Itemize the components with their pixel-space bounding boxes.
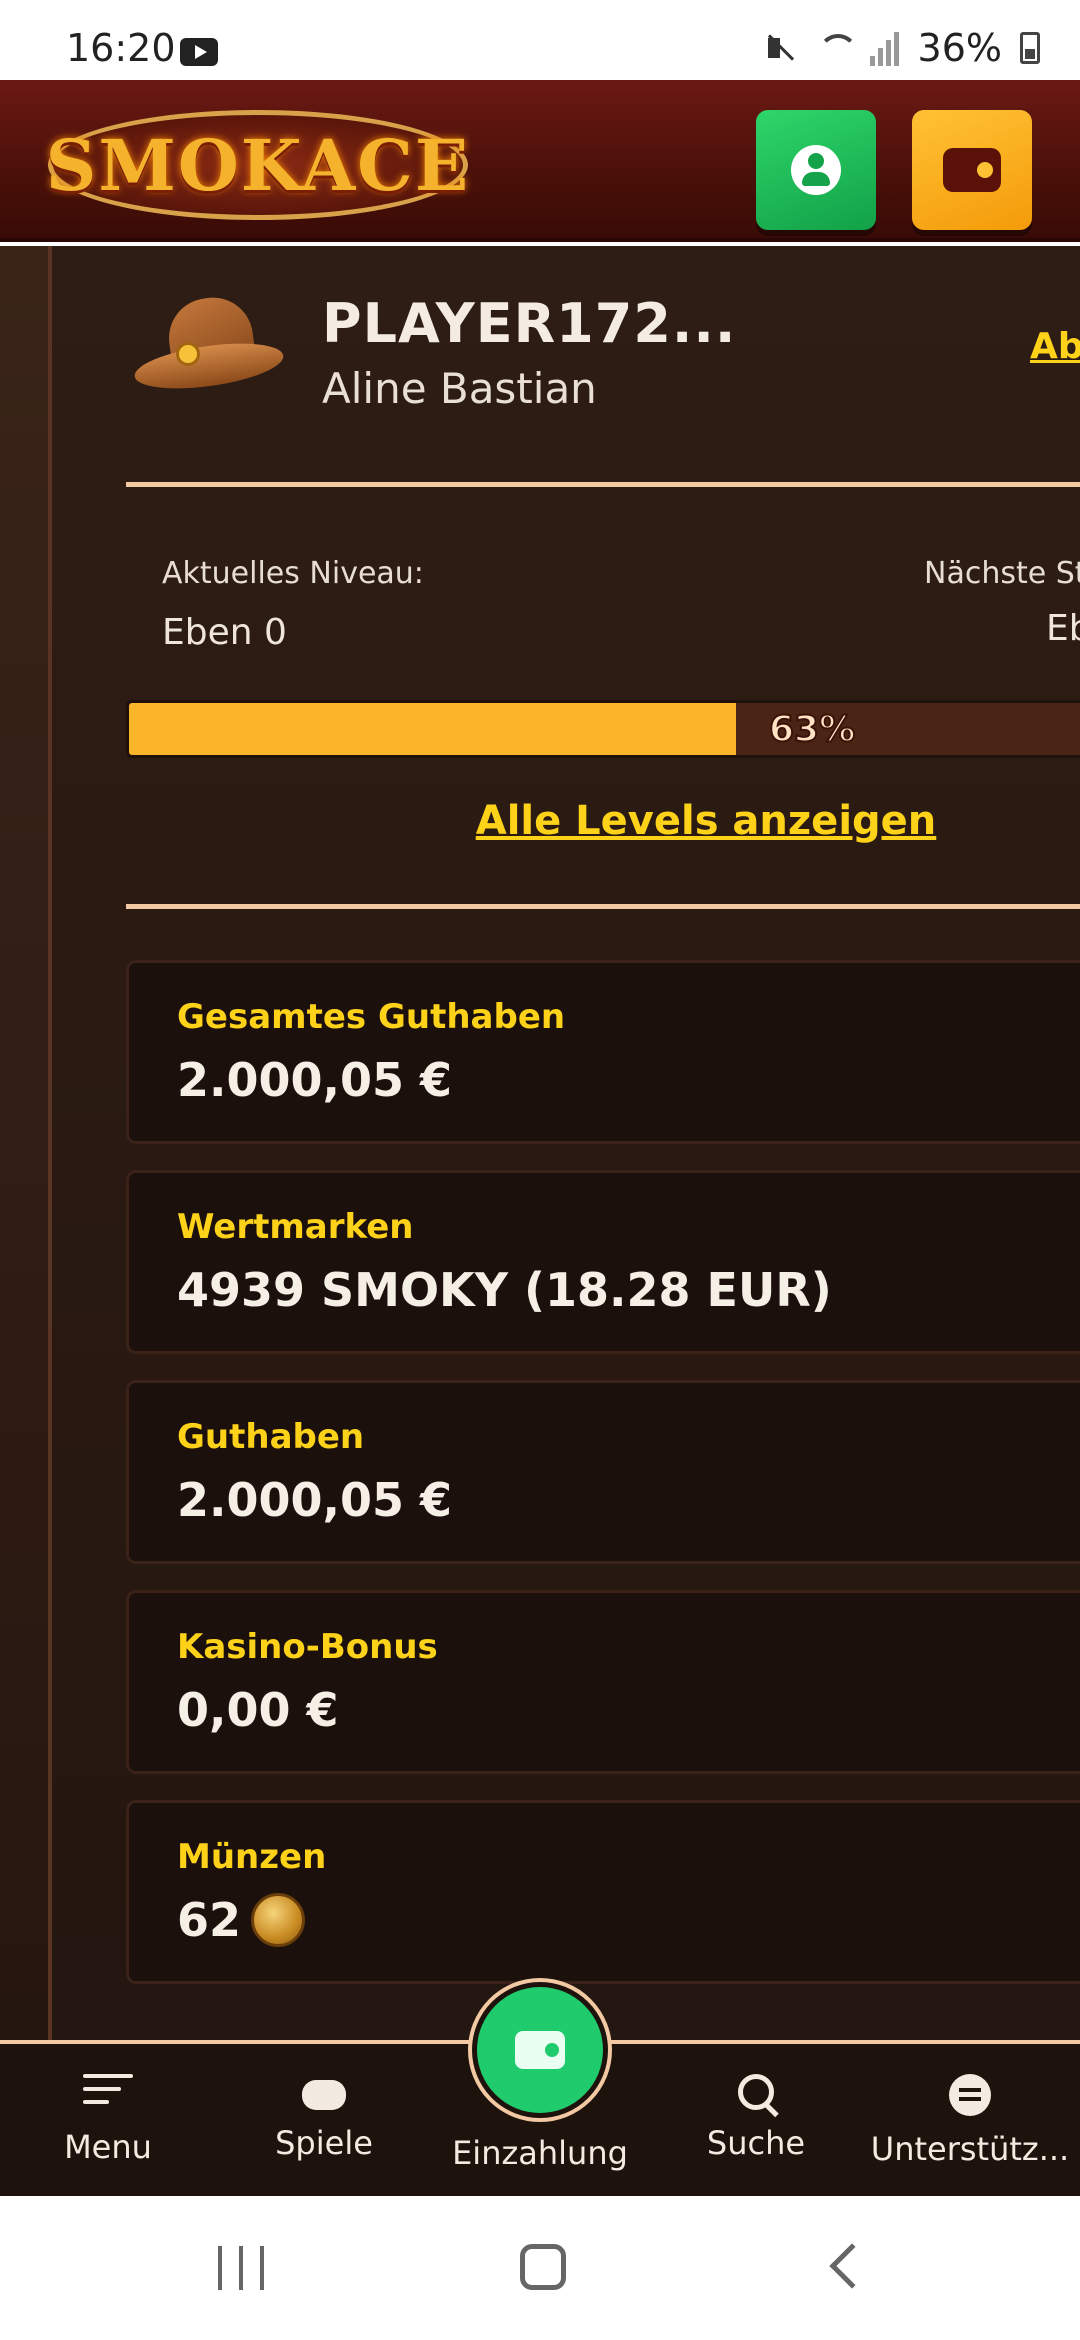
logo-text: SMOKACE <box>45 123 471 207</box>
logout-link[interactable]: Ab <box>1030 326 1080 367</box>
signal-icon <box>869 30 900 66</box>
status-time: 16:20 <box>66 26 176 70</box>
nav-label: Unterstütz... <box>870 2130 1070 2168</box>
balance-card-coins: Münzen 62 <box>126 1800 1080 1984</box>
balance-card-total: Gesamtes Guthaben 2.000,05 € <box>126 960 1080 1144</box>
player-name: Aline Bastian <box>322 364 597 413</box>
wallet-button[interactable] <box>912 110 1032 230</box>
youtube-icon <box>180 38 218 66</box>
chat-icon <box>949 2074 991 2116</box>
system-nav-bar <box>0 2196 1080 2340</box>
deposit-button[interactable] <box>468 1978 612 2122</box>
smokace-logo[interactable]: SMOKACE <box>45 110 471 220</box>
next-level-label: Nächste St <box>924 556 1080 591</box>
balance-label: Kasino-Bonus <box>177 1627 438 1667</box>
balance-label: Münzen <box>177 1837 327 1877</box>
nav-menu[interactable]: Menu <box>8 2074 208 2166</box>
menu-icon <box>83 2074 133 2114</box>
search-icon <box>738 2074 774 2110</box>
nav-label: Menu <box>64 2128 152 2166</box>
nav-deposit[interactable]: Einzahlung <box>440 2134 640 2172</box>
status-bar: 16:20 36% <box>0 0 1080 80</box>
nav-label: Suche <box>706 2124 806 2162</box>
current-level-value: Eben 0 <box>162 612 287 653</box>
current-level-label: Aktuelles Niveau: <box>162 556 424 591</box>
divider <box>126 904 1080 909</box>
recents-button[interactable] <box>218 2246 264 2290</box>
deposit-button-inner <box>477 1987 603 2113</box>
next-level-value: Eb <box>1046 608 1080 649</box>
nav-label: Spiele <box>275 2124 373 2162</box>
wallet-icon <box>515 2031 565 2069</box>
all-levels-link[interactable]: Alle Levels anzeigen <box>0 798 1080 844</box>
mute-icon <box>762 30 798 66</box>
nav-search[interactable]: Suche <box>656 2074 856 2162</box>
app-header: SMOKACE <box>0 80 1080 242</box>
battery-icon <box>1020 32 1040 64</box>
player-id: PLAYER172... <box>322 292 737 355</box>
coins-value: 62 <box>177 1893 242 1947</box>
status-icons: 36% <box>762 26 1040 70</box>
profile-button[interactable] <box>756 110 876 230</box>
nav-support[interactable]: Unterstütz... <box>870 2074 1070 2168</box>
wallet-icon <box>943 148 1001 192</box>
balance-card-tokens: Wertmarken 4939 SMOKY (18.28 EUR) <box>126 1170 1080 1354</box>
home-button[interactable] <box>520 2244 566 2290</box>
nav-label: Einzahlung <box>452 2134 628 2172</box>
balance-value: 2.000,05 € <box>177 1473 453 1527</box>
level-progress-bar: 63% <box>126 700 1080 758</box>
balance-value: 2.000,05 € <box>177 1053 453 1107</box>
user-icon <box>791 145 841 195</box>
divider <box>126 482 1080 487</box>
level-progress-text: 63% <box>768 708 856 751</box>
profile-panel: PLAYER172... Aline Bastian Ab Aktuelles … <box>0 246 1080 2040</box>
cowboy-hat-avatar <box>131 290 287 400</box>
side-strip <box>0 246 52 2040</box>
balance-value-row: 62 <box>177 1893 306 1947</box>
balance-value: 4939 SMOKY (18.28 EUR) <box>177 1263 832 1317</box>
level-progress-fill <box>129 703 737 755</box>
balance-label: Guthaben <box>177 1417 365 1457</box>
gamepad-icon <box>302 2080 346 2110</box>
coin-icon <box>251 1893 306 1947</box>
balance-card-credit: Guthaben 2.000,05 € <box>126 1380 1080 1564</box>
balance-label: Wertmarken <box>177 1207 414 1247</box>
battery-percent: 36% <box>917 26 1002 70</box>
wifi-icon <box>816 30 858 66</box>
balance-card-casino-bonus: Kasino-Bonus 0,00 € <box>126 1590 1080 1774</box>
balance-label: Gesamtes Guthaben <box>177 997 566 1037</box>
balance-value: 0,00 € <box>177 1683 339 1737</box>
nav-games[interactable]: Spiele <box>224 2074 424 2162</box>
back-button[interactable] <box>829 2243 875 2289</box>
